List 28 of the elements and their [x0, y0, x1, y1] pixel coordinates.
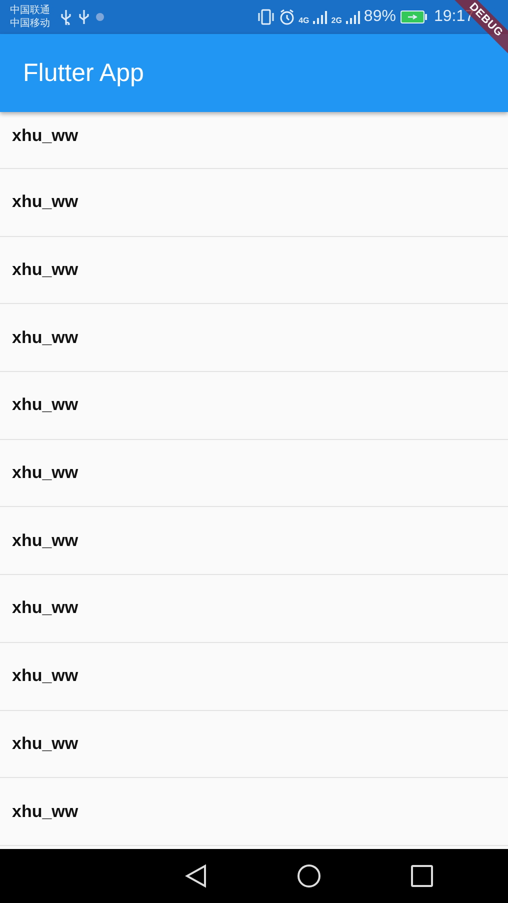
- list-item[interactable]: xhu_ww: [0, 112, 508, 169]
- carrier-name: 中国联通: [10, 4, 50, 17]
- battery-charging-icon: [400, 10, 428, 24]
- home-icon[interactable]: [297, 864, 321, 888]
- list-item[interactable]: xhu_ww: [0, 575, 508, 643]
- back-icon[interactable]: [185, 864, 207, 888]
- list-item[interactable]: xhu_ww: [0, 304, 508, 372]
- list-item[interactable]: xhu_ww: [0, 507, 508, 576]
- list-item[interactable]: xhu_ww: [0, 778, 508, 846]
- list-item[interactable]: xhu_ww: [0, 372, 508, 440]
- usb-icon: [60, 9, 72, 25]
- usb-icon: [78, 9, 90, 25]
- list-item[interactable]: xhu_ww: [0, 642, 508, 710]
- list-item[interactable]: xhu_ww: [0, 710, 508, 778]
- app-title: Flutter App: [23, 58, 144, 88]
- vibrate-icon: [256, 9, 275, 25]
- carrier-name: 中国移动: [10, 17, 50, 30]
- notification-icon: [96, 13, 104, 21]
- list-item[interactable]: xhu_ww: [0, 440, 508, 508]
- battery-percent: 89%: [364, 8, 396, 26]
- list-item[interactable]: xhu_ww: [0, 236, 508, 304]
- signal-icon: [313, 10, 328, 24]
- alarm-icon: [278, 9, 295, 25]
- recents-icon[interactable]: [411, 865, 433, 887]
- signal-icon: [346, 10, 360, 24]
- network-type: 4G: [298, 16, 310, 25]
- network-type: 2G: [331, 16, 342, 25]
- list-item[interactable]: xhu_ww: [0, 169, 508, 237]
